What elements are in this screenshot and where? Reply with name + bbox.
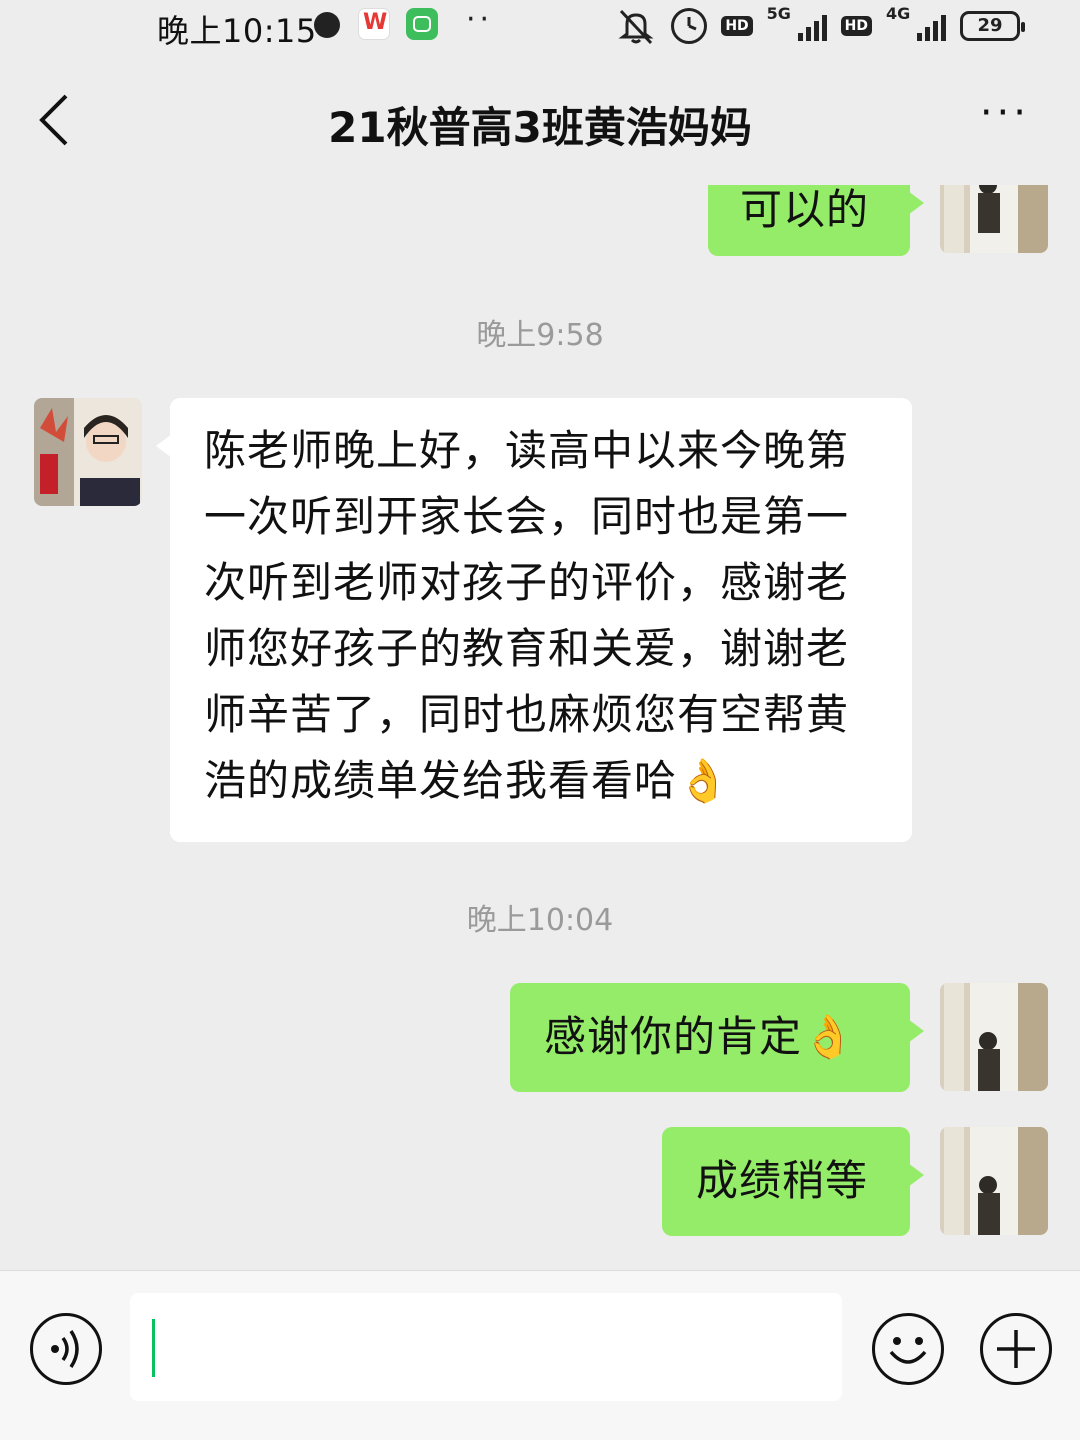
timestamp: 晚上10:04 <box>466 903 614 938</box>
mute-icon <box>618 9 654 45</box>
message-list[interactable]: 可以的 晚上9:58 陈老师晚上好，读高中以来今晚第 一次听到开家长会，同时也是… <box>0 185 1080 1270</box>
message-bubble-outgoing[interactable]: 成绩稍等 <box>662 1127 924 1236</box>
alarm-icon <box>671 8 708 44</box>
message-bubble-incoming[interactable]: 陈老师晚上好，读高中以来今晚第 一次听到开家长会，同时也是第一 次听到老师对孩子… <box>156 398 912 842</box>
hd-icon: HD <box>721 16 753 36</box>
status-bar: 晚上10:15 W ·· HD 5G HD 4G 29 <box>0 0 1080 56</box>
message-bubble-outgoing[interactable]: 可以的 <box>708 185 924 256</box>
message-input[interactable] <box>130 1293 842 1401</box>
emoji-icon[interactable] <box>872 1313 944 1385</box>
status-time: 晚上10:15 <box>157 12 317 50</box>
wps-icon: W <box>358 8 390 40</box>
more-options-button[interactable]: ··· <box>980 90 1030 136</box>
message-line: 次听到老师对孩子的评价，感谢老 <box>204 558 850 607</box>
voice-icon[interactable] <box>30 1313 102 1385</box>
plus-icon[interactable] <box>980 1313 1052 1385</box>
chevron-left-icon[interactable] <box>36 92 76 148</box>
chat-screen: 晚上10:15 W ·· HD 5G HD 4G 29 21秋普高3班黄浩妈妈 … <box>0 0 1080 1440</box>
message-line: 一次听到开家长会，同时也是第一 <box>204 492 850 541</box>
signal-4g-icon: 4G <box>886 4 946 45</box>
status-right: HD 5G HD 4G 29 <box>615 4 1025 46</box>
chat-header: 21秋普高3班黄浩妈妈 ··· <box>0 70 1080 170</box>
app-icon <box>406 8 438 40</box>
message-line: 师辛苦了，同时也麻烦您有空帮黄 <box>204 690 850 739</box>
message-text: 感谢你的肯定👌 <box>544 1012 856 1061</box>
contact-avatar[interactable] <box>34 398 142 506</box>
input-bar <box>0 1270 1080 1440</box>
self-avatar[interactable] <box>940 983 1048 1091</box>
self-avatar[interactable] <box>940 1127 1048 1235</box>
message-line: 师您好孩子的教育和关爱，谢谢老 <box>204 624 850 673</box>
message-line: 浩的成绩单发给我看看哈👌 <box>204 756 731 805</box>
signal-5g-icon: 5G <box>767 4 827 45</box>
battery-icon: 29 <box>960 11 1025 41</box>
chat-title: 21秋普高3班黄浩妈妈 <box>328 103 752 152</box>
message-line: 陈老师晚上好，读高中以来今晚第 <box>204 426 850 475</box>
hd-icon: HD <box>840 16 872 36</box>
self-avatar[interactable] <box>940 185 1048 253</box>
message-text: 可以的 <box>740 185 870 234</box>
message-bubble-outgoing[interactable]: 感谢你的肯定👌 <box>510 983 924 1092</box>
message-text: 成绩稍等 <box>696 1156 869 1205</box>
more-dots-icon: ·· <box>466 2 494 37</box>
clock-dot-icon <box>314 12 340 38</box>
text-caret <box>152 1319 155 1377</box>
timestamp: 晚上9:58 <box>476 318 604 353</box>
